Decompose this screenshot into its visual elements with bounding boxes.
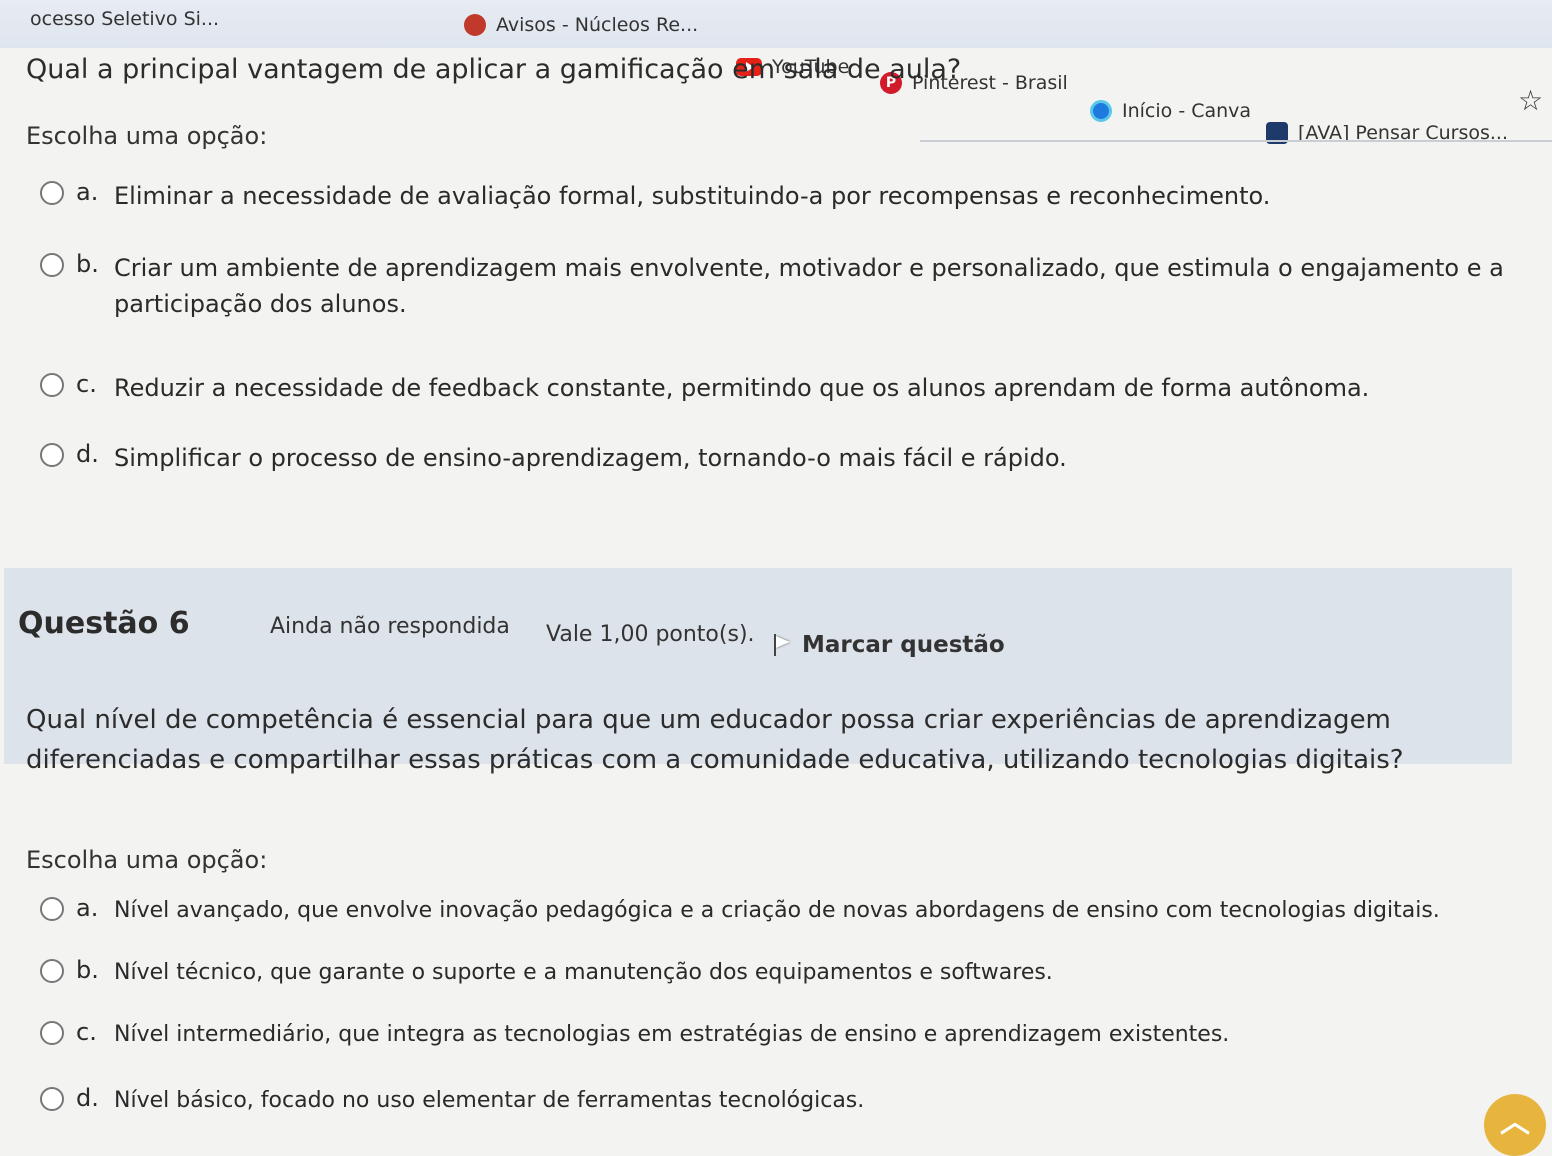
radio-button[interactable] — [40, 253, 64, 277]
question-points: Vale 1,00 ponto(s). — [546, 622, 755, 647]
apple-icon — [464, 14, 486, 36]
bookmark-canva[interactable]: Início - Canva — [1090, 100, 1251, 122]
option-text: Eliminar a necessidade de avaliação form… — [114, 182, 1271, 210]
option-letter: b. — [76, 956, 99, 984]
radio-button[interactable] — [40, 443, 64, 467]
choose-option-label: Escolha uma opção: — [26, 122, 268, 150]
radio-button[interactable] — [40, 1087, 64, 1111]
radio-button[interactable] — [40, 1021, 64, 1045]
option-letter: a. — [76, 894, 99, 922]
option-text: Nível básico, focado no uso elementar de… — [114, 1088, 865, 1113]
scroll-to-top-button[interactable]: ︿ — [1484, 1094, 1546, 1156]
option-text: Reduzir a necessidade de feedback consta… — [114, 374, 1370, 402]
divider — [920, 140, 1552, 142]
option-letter: c. — [76, 1018, 97, 1046]
question-number: Questão 6 — [18, 606, 190, 641]
option-text: Criar um ambiente de aprendizagem mais e… — [114, 254, 1504, 318]
radio-button[interactable] — [40, 373, 64, 397]
radio-button[interactable] — [40, 181, 64, 205]
q6-option-b[interactable]: b. Nível técnico, que garante o suporte … — [40, 956, 1053, 989]
option-letter: d. — [76, 440, 99, 468]
option-letter: c. — [76, 370, 97, 398]
bookmark-avisos[interactable]: Avisos - Núcleos Re... — [464, 14, 698, 36]
q6-option-c[interactable]: c. Nível intermediário, que integra as t… — [40, 1018, 1229, 1051]
question-6-text: Qual nível de competência é essencial pa… — [26, 705, 1404, 776]
option-text: Nível avançado, que envolve inovação ped… — [114, 898, 1440, 923]
question-5-text: Qual a principal vantagem de aplicar a g… — [26, 54, 962, 85]
q5-option-c[interactable]: c. Reduzir a necessidade de feedback con… — [40, 370, 1369, 406]
bookmark-label: Avisos - Núcleos Re... — [496, 14, 699, 36]
flag-question-label: Marcar questão — [802, 632, 1005, 658]
radio-button[interactable] — [40, 959, 64, 983]
option-text: Nível intermediário, que integra as tecn… — [114, 1022, 1230, 1047]
bookmarks-bar: ocesso Seletivo Si... Avisos - Núcleos R… — [0, 0, 1552, 144]
flag-icon — [774, 634, 792, 656]
q6-option-a[interactable]: a. Nível avançado, que envolve inovação … — [40, 894, 1440, 927]
option-letter: d. — [76, 1084, 99, 1112]
bookmark-processo-seletivo[interactable]: ocesso Seletivo Si... — [30, 8, 219, 30]
option-text: Simplificar o processo de ensino-aprendi… — [114, 444, 1067, 472]
bookmark-label: Início - Canva — [1122, 100, 1252, 122]
q5-option-b[interactable]: b. Criar um ambiente de aprendizagem mai… — [40, 250, 1514, 322]
question-status: Ainda não respondida — [270, 614, 510, 639]
chevron-up-icon: ︿ — [1500, 1105, 1530, 1140]
q5-option-d[interactable]: d. Simplificar o processo de ensino-apre… — [40, 440, 1067, 476]
choose-option-label: Escolha uma opção: — [26, 846, 268, 874]
option-letter: a. — [76, 178, 99, 206]
star-icon[interactable]: ☆ — [1518, 84, 1543, 117]
flag-question-button[interactable]: Marcar questão — [774, 632, 1005, 658]
bookmark-label: ocesso Seletivo Si... — [30, 8, 220, 30]
radio-button[interactable] — [40, 897, 64, 921]
option-text: Nível técnico, que garante o suporte e a… — [114, 960, 1053, 985]
q6-option-d[interactable]: d. Nível básico, focado no uso elementar… — [40, 1084, 864, 1117]
option-letter: b. — [76, 250, 99, 278]
q5-option-a[interactable]: a. Eliminar a necessidade de avaliação f… — [40, 178, 1270, 214]
canva-icon — [1090, 100, 1112, 122]
